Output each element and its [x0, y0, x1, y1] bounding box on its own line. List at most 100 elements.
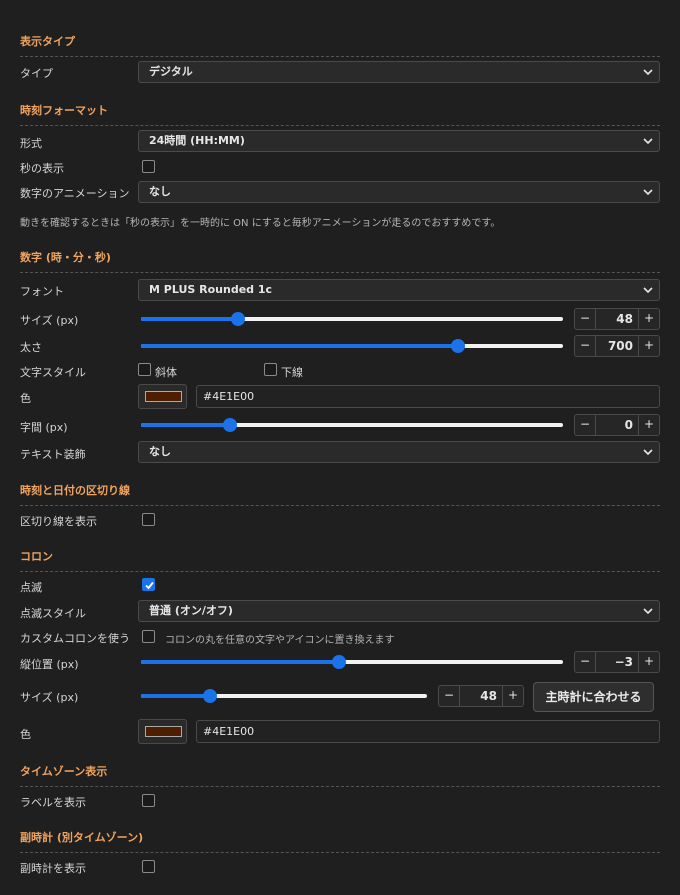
size-slider[interactable]	[141, 312, 563, 326]
slider-fill	[141, 660, 340, 664]
section-title-colon: コロン	[20, 548, 660, 572]
vpos-value[interactable]: −3	[597, 652, 637, 672]
size-value[interactable]: 48	[597, 309, 637, 329]
color-swatch	[145, 391, 182, 402]
colon-color-picker[interactable]	[138, 719, 187, 744]
weight-label: 太さ	[20, 341, 42, 354]
decrement-button[interactable]: −	[439, 686, 460, 706]
slider-fill	[141, 317, 239, 321]
colon-color-label: 色	[20, 728, 31, 741]
slider-thumb[interactable]	[231, 312, 246, 326]
animation-select-value: なし	[149, 185, 171, 198]
section-title-separator: 時刻と日付の区切り線	[20, 482, 660, 506]
match-main-clock-button[interactable]: 主時計に合わせる	[533, 682, 654, 712]
decoration-select-value: なし	[149, 445, 171, 458]
slider-thumb[interactable]	[202, 689, 217, 703]
decoration-select[interactable]: なし	[138, 441, 660, 463]
text-style-label: 文字スタイル	[20, 366, 86, 379]
type-label: タイプ	[20, 67, 53, 80]
colon-size-label: サイズ (px)	[20, 691, 79, 704]
custom-colon-label: カスタムコロンを使う	[20, 632, 130, 645]
chevron-down-icon	[643, 287, 653, 294]
vpos-stepper[interactable]: − −3 +	[574, 651, 660, 673]
underline-checkbox[interactable]	[264, 363, 277, 376]
blink-checkbox[interactable]	[142, 578, 155, 591]
chevron-down-icon	[643, 608, 653, 615]
italic-checkbox[interactable]	[138, 363, 151, 376]
animation-hint: 動きを確認するときは「秒の表示」を一時的に ON にすると毎秒アニメーションが走…	[20, 218, 501, 229]
color-picker[interactable]	[138, 384, 187, 409]
spacing-label: 字間 (px)	[20, 421, 68, 434]
slider-fill	[141, 344, 458, 348]
format-select-value: 24時間 (HH:MM)	[149, 134, 245, 147]
custom-colon-note: コロンの丸を任意の文字やアイコンに置き換えます	[165, 635, 395, 646]
color-hex-input[interactable]: #4E1E00	[196, 385, 660, 408]
type-select-value: デジタル	[149, 65, 193, 78]
blink-style-select-value: 普通 (オン/オフ)	[149, 604, 233, 617]
weight-value[interactable]: 700	[597, 336, 637, 356]
spacing-slider[interactable]	[141, 418, 563, 432]
underline-label: 下線	[281, 366, 303, 379]
blink-style-select[interactable]: 普通 (オン/オフ)	[138, 600, 660, 622]
weight-stepper[interactable]: − 700 +	[574, 335, 660, 357]
blink-style-label: 点滅スタイル	[20, 607, 86, 620]
increment-button[interactable]: +	[502, 686, 523, 706]
increment-button[interactable]: +	[638, 415, 659, 435]
seconds-checkbox[interactable]	[142, 160, 155, 173]
colon-color-hex-input[interactable]: #4E1E00	[196, 720, 660, 743]
vpos-slider[interactable]	[141, 655, 563, 669]
font-label: フォント	[20, 285, 64, 298]
slider-thumb[interactable]	[332, 655, 347, 669]
color-label: 色	[20, 392, 31, 405]
increment-button[interactable]: +	[638, 336, 659, 356]
spacing-stepper[interactable]: − 0 +	[574, 414, 660, 436]
font-select[interactable]: M PLUS Rounded 1c	[138, 279, 660, 301]
format-label: 形式	[20, 137, 42, 150]
timezone-label-label: ラベルを表示	[20, 796, 86, 809]
decrement-button[interactable]: −	[575, 309, 596, 329]
chevron-down-icon	[643, 69, 653, 76]
colon-size-slider[interactable]	[141, 689, 427, 703]
slider-thumb[interactable]	[450, 339, 465, 353]
size-label: サイズ (px)	[20, 314, 79, 327]
spacing-value[interactable]: 0	[597, 415, 637, 435]
section-title-display-type: 表示タイプ	[20, 33, 660, 57]
type-select[interactable]: デジタル	[138, 61, 660, 83]
separator-checkbox[interactable]	[142, 513, 155, 526]
decoration-label: テキスト装飾	[20, 448, 86, 461]
colon-size-value[interactable]: 48	[461, 686, 501, 706]
chevron-down-icon	[643, 138, 653, 145]
timezone-label-checkbox[interactable]	[142, 794, 155, 807]
font-select-value: M PLUS Rounded 1c	[149, 283, 273, 296]
vpos-label: 縦位置 (px)	[20, 658, 79, 671]
increment-button[interactable]: +	[638, 309, 659, 329]
decrement-button[interactable]: −	[575, 415, 596, 435]
italic-label: 斜体	[155, 366, 177, 379]
increment-button[interactable]: +	[638, 652, 659, 672]
section-title-time-format: 時刻フォーマット	[20, 102, 660, 126]
chevron-down-icon	[643, 449, 653, 456]
format-select[interactable]: 24時間 (HH:MM)	[138, 130, 660, 152]
animation-label: 数字のアニメーション	[20, 187, 130, 200]
section-title-sub-clock: 副時計 (別タイムゾーン)	[20, 829, 660, 853]
size-stepper[interactable]: − 48 +	[574, 308, 660, 330]
slider-fill	[141, 423, 230, 427]
checkmark-icon	[145, 581, 154, 590]
slider-thumb[interactable]	[222, 418, 237, 432]
section-title-digits: 数字 (時・分・秒)	[20, 249, 660, 273]
chevron-down-icon	[643, 189, 653, 196]
color-swatch	[145, 726, 182, 737]
separator-show-label: 区切り線を表示	[20, 515, 97, 528]
animation-select[interactable]: なし	[138, 181, 660, 203]
sub-clock-checkbox[interactable]	[142, 860, 155, 873]
section-title-timezone: タイムゾーン表示	[20, 763, 660, 787]
decrement-button[interactable]: −	[575, 336, 596, 356]
seconds-label: 秒の表示	[20, 162, 64, 175]
slider-fill	[141, 694, 210, 698]
blink-label: 点滅	[20, 581, 42, 594]
decrement-button[interactable]: −	[575, 652, 596, 672]
weight-slider[interactable]	[141, 339, 563, 353]
custom-colon-checkbox[interactable]	[142, 630, 155, 643]
colon-size-stepper[interactable]: − 48 +	[438, 685, 524, 707]
sub-clock-show-label: 副時計を表示	[20, 862, 86, 875]
